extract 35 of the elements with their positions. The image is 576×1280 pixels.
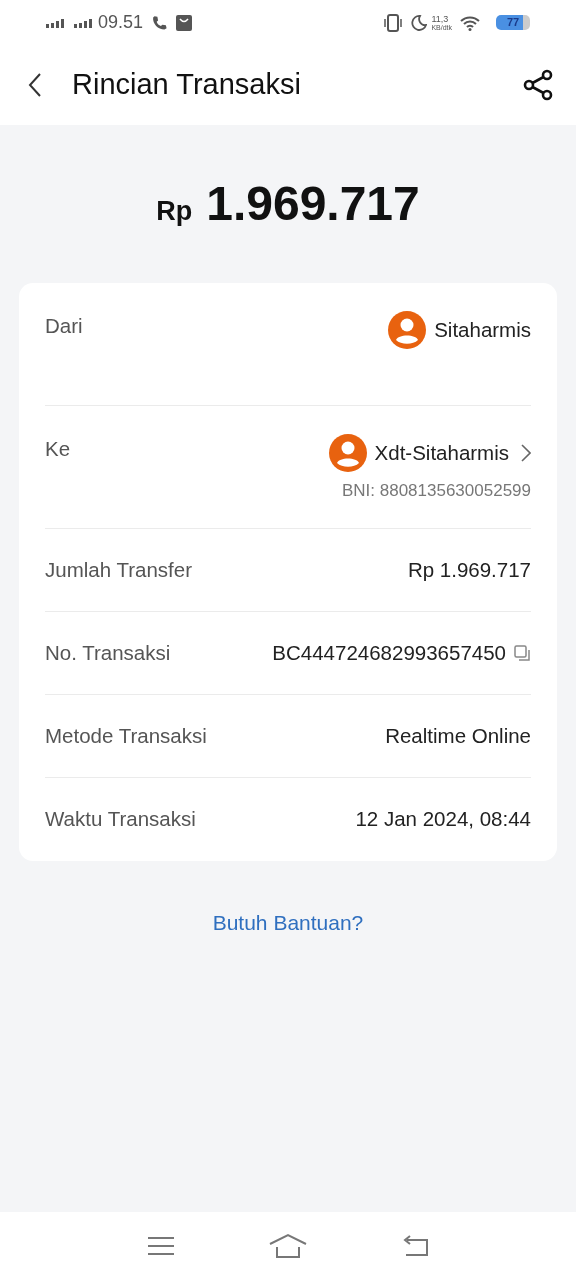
menu-icon[interactable] [146,1235,175,1257]
field-value: Rp 1.969.717 [407,557,531,581]
battery-indicator: 77 [496,15,530,30]
home-icon[interactable] [268,1233,308,1259]
back-icon[interactable] [28,72,42,98]
amount-value: 1.969.717 [206,176,420,232]
help-link[interactable]: Butuh Bantuan? [212,911,364,934]
chevron-right-icon[interactable] [521,444,531,462]
avatar-icon [388,311,427,349]
account-name: Sitaharmis [434,316,531,343]
page-title: Rincian Transaksi [72,67,301,103]
share-icon[interactable] [522,69,554,101]
avatar-icon [328,434,367,472]
signal-icon [46,17,66,28]
account-name[interactable]: Xdt-Sitaharmis [374,437,509,469]
speed-value: 11,3 [431,14,450,24]
signal-icon [74,17,94,28]
field-label: Waktu Transaksi [45,806,196,833]
clock: 09.51 [98,11,144,34]
moon-icon [411,14,428,31]
vibrate-icon [383,13,404,32]
field-label: No. Transaksi [45,639,171,666]
currency-label: Rp [156,194,193,228]
field-label: Dari [45,313,83,339]
account-number: BNI: 8808135630052599 [341,480,531,502]
field-value: 12 Jan 2024, 08:44 [355,807,531,831]
phone-icon [151,14,169,31]
field-value: BC444724682993657450 [272,639,506,666]
field-label: Jumlah Transfer [45,556,192,583]
copy-icon[interactable] [514,644,531,662]
bag-icon [176,14,193,31]
field-label: Ke [45,436,71,462]
field-value: Realtime Online [385,723,531,747]
field-label: Metode Transaksi [45,722,207,749]
wifi-icon [460,14,480,31]
